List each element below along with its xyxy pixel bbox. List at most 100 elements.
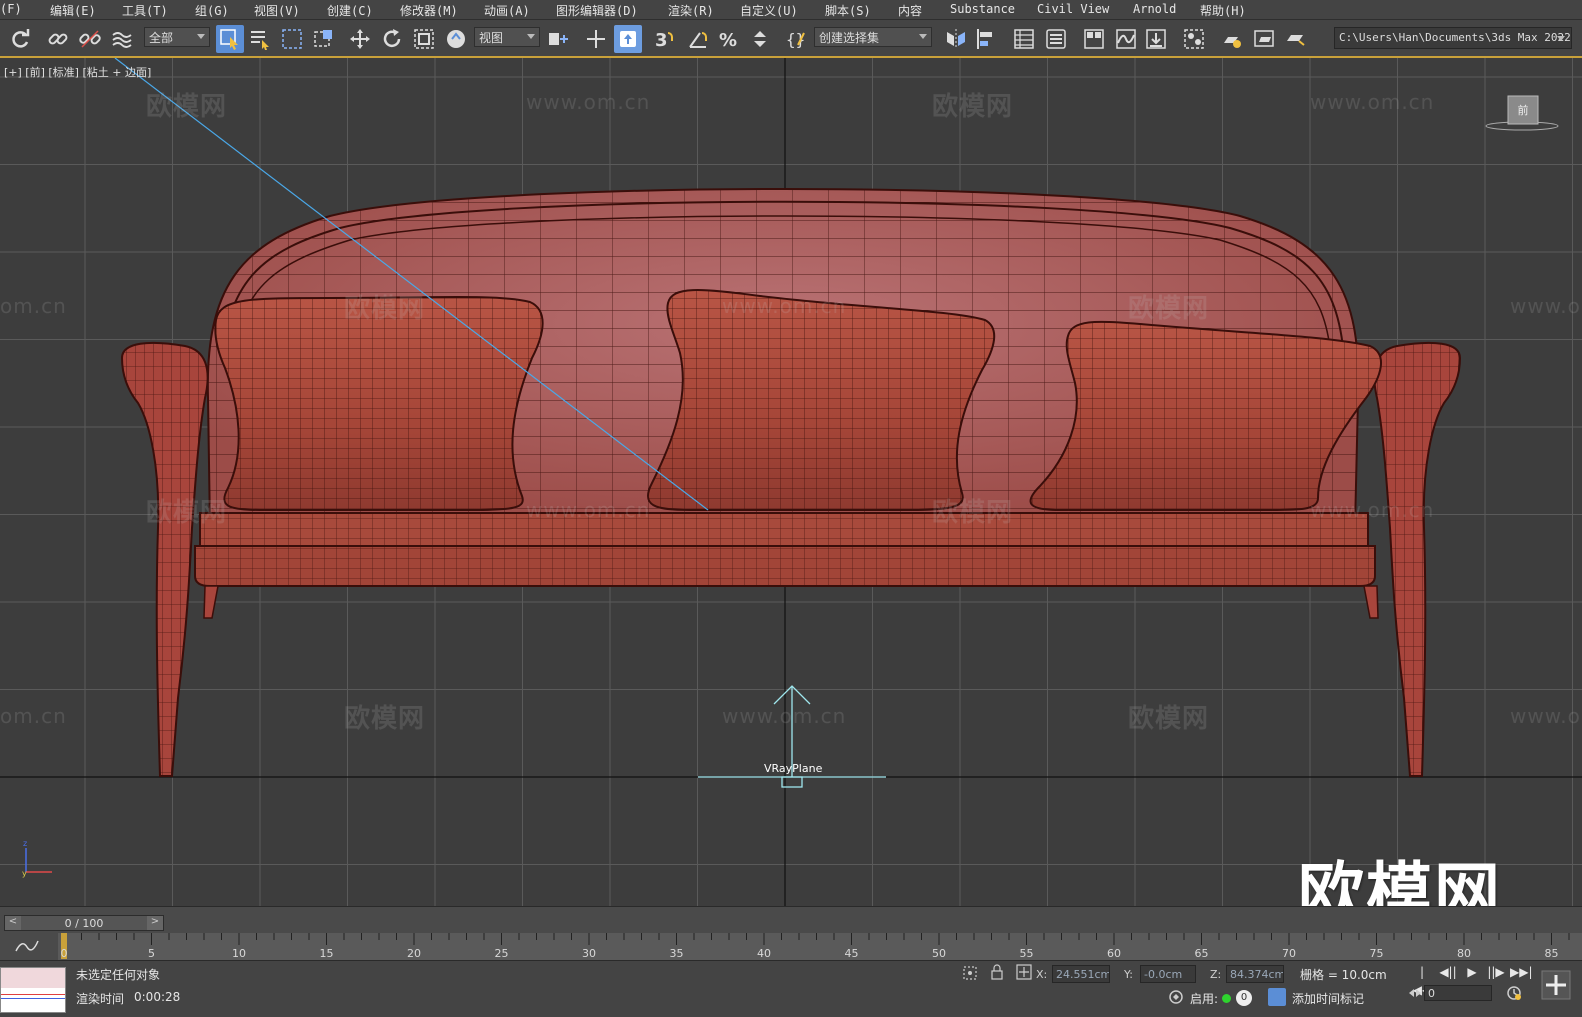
menu-edit[interactable]: 编辑(E) [50, 2, 96, 19]
viewport-label-menu[interactable]: [+] [前] [标准] [粘土 + 边面] [4, 64, 151, 80]
viewport-navigation-icon[interactable] [1540, 969, 1572, 1001]
rotate-icon[interactable] [378, 25, 406, 53]
sofa-right-arm-mesh [1374, 342, 1460, 776]
current-frame-field[interactable]: 0 [1424, 985, 1492, 1001]
select-object-icon[interactable] [216, 25, 244, 53]
spinner-snap-icon[interactable] [746, 25, 774, 53]
selection-lock-icon[interactable] [990, 964, 1004, 980]
window-crossing-icon[interactable] [310, 25, 338, 53]
enable-status-dot[interactable] [1222, 994, 1231, 1003]
rectangular-selection-icon[interactable] [278, 25, 306, 53]
scene-explorer-icon[interactable] [1010, 25, 1038, 53]
track-tick-label: 10 [232, 947, 246, 960]
mirror-icon[interactable] [942, 25, 970, 53]
z-coord-field[interactable]: 84.374cm [1226, 965, 1284, 983]
render-production-icon[interactable] [1282, 25, 1310, 53]
material-editor-icon[interactable] [1180, 25, 1208, 53]
isolate-selection-icon[interactable] [962, 965, 978, 981]
watermark: 欧模网 [932, 92, 1014, 122]
next-frame-button[interactable]: ||▶ [1486, 963, 1506, 981]
y-coord-field[interactable]: -0.0cm [1140, 965, 1196, 983]
track-tick-label: 0 [60, 947, 68, 960]
watermark: 欧模网 [344, 704, 426, 734]
go-to-start-button[interactable]: |◀◀ [1412, 963, 1432, 997]
svg-text:y: y [22, 869, 27, 878]
redo-icon[interactable] [6, 25, 34, 53]
menu-graph-editors[interactable]: 图形编辑器(D) [556, 2, 638, 19]
add-time-tag-button[interactable]: 添加时间标记 [1292, 990, 1364, 1007]
x-coord-field[interactable]: 24.551cm [1052, 965, 1110, 983]
menu-substance[interactable]: Substance [950, 2, 1015, 16]
snap-3d-icon[interactable]: 3 [650, 25, 678, 53]
ribbon-icon[interactable] [1080, 25, 1108, 53]
reference-coordinate-dropdown[interactable]: 视图 [474, 27, 540, 47]
menu-modifiers[interactable]: 修改器(M) [400, 2, 458, 19]
layer-explorer-icon[interactable] [1042, 25, 1070, 53]
track-tick-label: 70 [1282, 947, 1296, 960]
curve-editor-mini-icon[interactable] [14, 937, 40, 955]
time-slider-value: 0 / 100 [64, 917, 104, 930]
selection-filter-dropdown[interactable]: 全部 [144, 27, 210, 47]
unlink-icon[interactable] [76, 25, 104, 53]
menu-create[interactable]: 创建(C) [327, 2, 373, 19]
adaptive-degradation-icon[interactable] [1168, 989, 1184, 1005]
time-configuration-icon[interactable] [1506, 985, 1522, 1001]
menu-civil-view[interactable]: Civil View [1037, 2, 1109, 16]
watermark: www.om.cn [526, 90, 651, 114]
project-path-field[interactable]: C:\Users\Han\Documents\3ds Max 2022 [1334, 27, 1572, 49]
schematic-view-icon[interactable] [1142, 25, 1170, 53]
menu-customize[interactable]: 自定义(U) [740, 2, 798, 19]
play-button[interactable]: ▶ [1462, 963, 1482, 981]
go-to-end-button[interactable]: ▶▶| [1510, 963, 1533, 981]
pivot-icon[interactable] [544, 25, 572, 53]
menu-group[interactable]: 组(G) [195, 2, 229, 19]
angle-snap-icon[interactable] [684, 25, 712, 53]
track-tick-label: 45 [844, 947, 859, 960]
bind-to-spacewarp-icon[interactable] [108, 25, 136, 53]
align-icon[interactable] [972, 25, 1000, 53]
absolute-mode-icon[interactable] [1016, 964, 1032, 980]
menu-animation[interactable]: 动画(A) [484, 2, 530, 19]
svg-text:3: 3 [655, 30, 668, 51]
menu-file[interactable]: (F) [0, 2, 22, 16]
x-coord-label: X: [1036, 968, 1048, 981]
front-viewport[interactable]: z y 欧模网 www.om.cn 欧模网 www.om.cn om.cn 欧模… [0, 58, 1582, 906]
percent-snap-icon[interactable]: % [714, 25, 742, 53]
select-manipulate-icon[interactable] [582, 25, 610, 53]
time-tag-icon[interactable] [1268, 988, 1286, 1006]
menu-scripting[interactable]: 脚本(S) [825, 2, 871, 19]
keyboard-shortcut-override-icon[interactable] [614, 25, 642, 53]
brand-watermark: 欧模网 [1298, 855, 1502, 906]
menu-tools[interactable]: 工具(T) [122, 2, 168, 19]
curve-editor-icon[interactable] [1112, 25, 1140, 53]
enable-label: 启用: [1190, 992, 1219, 1006]
watermark: www.om.cn [722, 704, 847, 728]
rendered-frame-icon[interactable] [1250, 25, 1278, 53]
menu-views[interactable]: 视图(V) [254, 2, 300, 19]
track-tick-label: 55 [1019, 947, 1034, 960]
track-bar[interactable]: 0 5 10 15 20 25 30 35 40 45 50 55 60 65 70 75 80 85 [58, 933, 1582, 961]
placement-icon[interactable] [442, 25, 470, 53]
menu-content[interactable]: 内容 [898, 2, 922, 19]
menu-rendering[interactable]: 渲染(R) [668, 2, 714, 19]
enable-count[interactable]: 0 [1236, 990, 1252, 1006]
scale-icon[interactable] [410, 25, 438, 53]
move-icon[interactable] [346, 25, 374, 53]
maxscript-mini-listener[interactable] [0, 967, 66, 1013]
z-coord-label: Z: [1210, 968, 1222, 981]
time-slider-next[interactable]: > [147, 916, 163, 930]
viewport-scene: z y [0, 58, 1582, 906]
time-slider[interactable]: < 0 / 100 > [4, 915, 164, 931]
select-by-name-icon[interactable] [246, 25, 274, 53]
menu-arnold[interactable]: Arnold [1133, 2, 1176, 16]
key-mode-icon[interactable] [1408, 987, 1422, 999]
time-slider-prev[interactable]: < [5, 916, 21, 930]
render-setup-icon[interactable] [1218, 25, 1246, 53]
previous-frame-button[interactable]: ◀|| [1438, 963, 1458, 981]
edit-named-selection-icon[interactable]: {} [782, 25, 810, 53]
viewcube[interactable]: 前 [1484, 94, 1560, 134]
link-icon[interactable] [44, 25, 72, 53]
menu-help[interactable]: 帮助(H) [1200, 2, 1246, 19]
sofa-model[interactable] [120, 188, 1462, 777]
named-selection-set-dropdown[interactable]: 创建选择集 [814, 27, 932, 47]
